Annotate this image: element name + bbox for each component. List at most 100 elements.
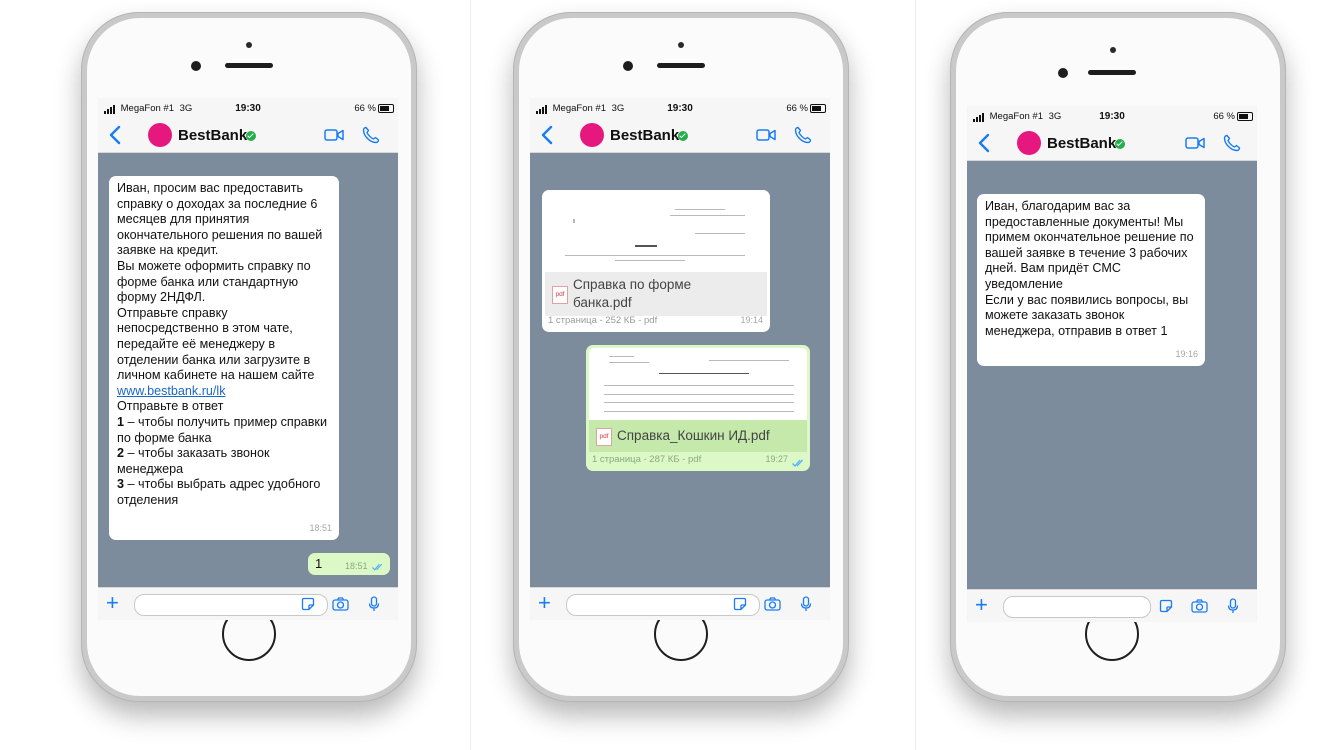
clock: 19:30: [667, 103, 693, 114]
front-sensor: [1110, 47, 1116, 53]
double-check-icon: [792, 459, 803, 467]
status-bar: MegaFon #1 3G 19:30 66 %: [98, 98, 398, 118]
video-call-icon[interactable]: [324, 128, 344, 142]
panel-divider: [915, 0, 916, 750]
option-number: 3: [117, 477, 125, 492]
plus-icon[interactable]: +: [975, 593, 988, 617]
chevron-left-icon[interactable]: [538, 124, 558, 146]
sticker-icon[interactable]: [733, 597, 747, 611]
chat-header: BestBank: [98, 118, 398, 153]
message-input[interactable]: [566, 594, 760, 616]
battery-icon: [1237, 112, 1253, 121]
chevron-left-icon[interactable]: [106, 124, 126, 146]
video-call-icon[interactable]: [756, 128, 776, 142]
battery-icon: [378, 104, 394, 113]
document-name: Справка_Кошкин ИД.pdf: [617, 428, 770, 443]
front-sensor: [678, 42, 684, 48]
message-text: Иван, просим вас предоставить справку о …: [117, 181, 323, 383]
document-preview: [589, 348, 807, 420]
option-text: – чтобы выбрать адрес удобного отделения: [117, 477, 321, 507]
status-bar: MegaFon #1 3G 19:30 66 %: [967, 106, 1257, 126]
front-camera: [1058, 68, 1068, 78]
phone-call-icon[interactable]: [1223, 134, 1241, 152]
incoming-message: Иван, благодарим вас за предоставленные …: [977, 194, 1205, 366]
message-text: Иван, благодарим вас за предоставленные …: [985, 199, 1194, 338]
message-input-bar: +: [530, 587, 830, 620]
chat-screen: MegaFon #1 3G 19:30 66 % BestBank pdf Сп…: [530, 98, 830, 620]
avatar[interactable]: [148, 123, 172, 147]
avatar[interactable]: [1017, 131, 1041, 155]
outgoing-message: 1 18:51: [308, 553, 390, 575]
chat-header: BestBank: [967, 126, 1257, 161]
chat-title[interactable]: BestBank: [1047, 135, 1116, 152]
option-text: – чтобы получить пример справки по форме…: [117, 414, 327, 445]
battery-percent: 66 %: [786, 103, 808, 114]
camera-icon[interactable]: [1191, 599, 1208, 613]
phone-mockup: MegaFon #1 3G 19:30 66 % BestBank pdf Сп…: [513, 12, 849, 702]
option-number: 2: [117, 446, 125, 461]
document-info: 1 страница - 252 КБ - pdf: [548, 315, 658, 327]
message-time: 19:14: [740, 315, 763, 326]
clock: 19:30: [235, 103, 261, 114]
option-text: – чтобы заказать звонок менеджера: [117, 446, 270, 476]
camera-icon[interactable]: [332, 597, 349, 611]
phone-mockup: MegaFon #1 3G 19:30 66 % BestBank Иван, …: [950, 12, 1286, 702]
panel-divider: [470, 0, 471, 750]
incoming-message: Иван, просим вас предоставить справку о …: [109, 176, 339, 540]
double-check-icon: [372, 563, 383, 571]
earpiece-speaker: [1088, 70, 1136, 75]
message-time: 19:27: [765, 454, 788, 465]
incoming-document-message[interactable]: pdf Справка по форме банка.pdf 1 страниц…: [542, 190, 770, 332]
chat-title[interactable]: BestBank: [178, 127, 247, 144]
document-name: Справка по форме банка.pdf: [573, 277, 692, 310]
battery-percent: 66 %: [354, 103, 376, 114]
document-file-row: pdf Справка по форме банка.pdf: [545, 272, 767, 316]
message-text: 1: [315, 556, 323, 571]
message-input-bar: +: [967, 589, 1257, 622]
earpiece-speaker: [657, 63, 705, 68]
sticker-icon[interactable]: [1159, 599, 1173, 613]
pdf-file-icon: pdf: [596, 428, 612, 446]
phone-call-icon[interactable]: [362, 126, 380, 144]
chat-title[interactable]: BestBank: [610, 127, 679, 144]
microphone-icon[interactable]: [1227, 598, 1239, 614]
front-camera: [623, 61, 633, 71]
chat-screen: MegaFon #1 3G 19:30 66 % BestBank Иван, …: [967, 106, 1257, 622]
message-time: 18:51: [309, 523, 332, 534]
document-preview: [545, 193, 767, 269]
microphone-icon[interactable]: [800, 596, 812, 612]
plus-icon[interactable]: +: [106, 591, 119, 615]
microphone-icon[interactable]: [368, 596, 380, 612]
plus-icon[interactable]: +: [538, 591, 551, 615]
earpiece-speaker: [225, 63, 273, 68]
reply-intro: Отправьте в ответ: [117, 399, 224, 414]
document-file-row: pdf Справка_Кошкин ИД.pdf: [589, 420, 807, 452]
status-bar: MegaFon #1 3G 19:30 66 %: [530, 98, 830, 118]
message-time: 19:16: [1175, 349, 1198, 360]
chevron-left-icon[interactable]: [975, 132, 995, 154]
message-input[interactable]: [1003, 596, 1151, 618]
front-sensor: [246, 42, 252, 48]
sticker-icon[interactable]: [301, 597, 315, 611]
pdf-file-icon: pdf: [552, 286, 568, 304]
outgoing-document-message[interactable]: pdf Справка_Кошкин ИД.pdf 1 страница - 2…: [586, 345, 810, 471]
chat-header: BestBank: [530, 118, 830, 153]
message-input-bar: +: [98, 587, 398, 620]
chat-screen: MegaFon #1 3G 19:30 66 % BestBank Иван, …: [98, 98, 398, 620]
document-info: 1 страница - 287 КБ - pdf: [592, 454, 702, 466]
camera-icon[interactable]: [764, 597, 781, 611]
verified-icon: [1115, 139, 1125, 149]
bestbank-link[interactable]: www.bestbank.ru/lk: [117, 384, 226, 398]
front-camera: [191, 61, 201, 71]
avatar[interactable]: [580, 123, 604, 147]
option-number: 1: [117, 414, 125, 429]
verified-icon: [678, 131, 688, 141]
video-call-icon[interactable]: [1185, 136, 1205, 150]
battery-percent: 66 %: [1213, 111, 1235, 122]
message-time: 18:51: [344, 561, 368, 571]
verified-icon: [246, 131, 256, 141]
phone-call-icon[interactable]: [794, 126, 812, 144]
phone-mockup: MegaFon #1 3G 19:30 66 % BestBank Иван, …: [81, 12, 417, 702]
battery-icon: [810, 104, 826, 113]
message-input[interactable]: [134, 594, 328, 616]
